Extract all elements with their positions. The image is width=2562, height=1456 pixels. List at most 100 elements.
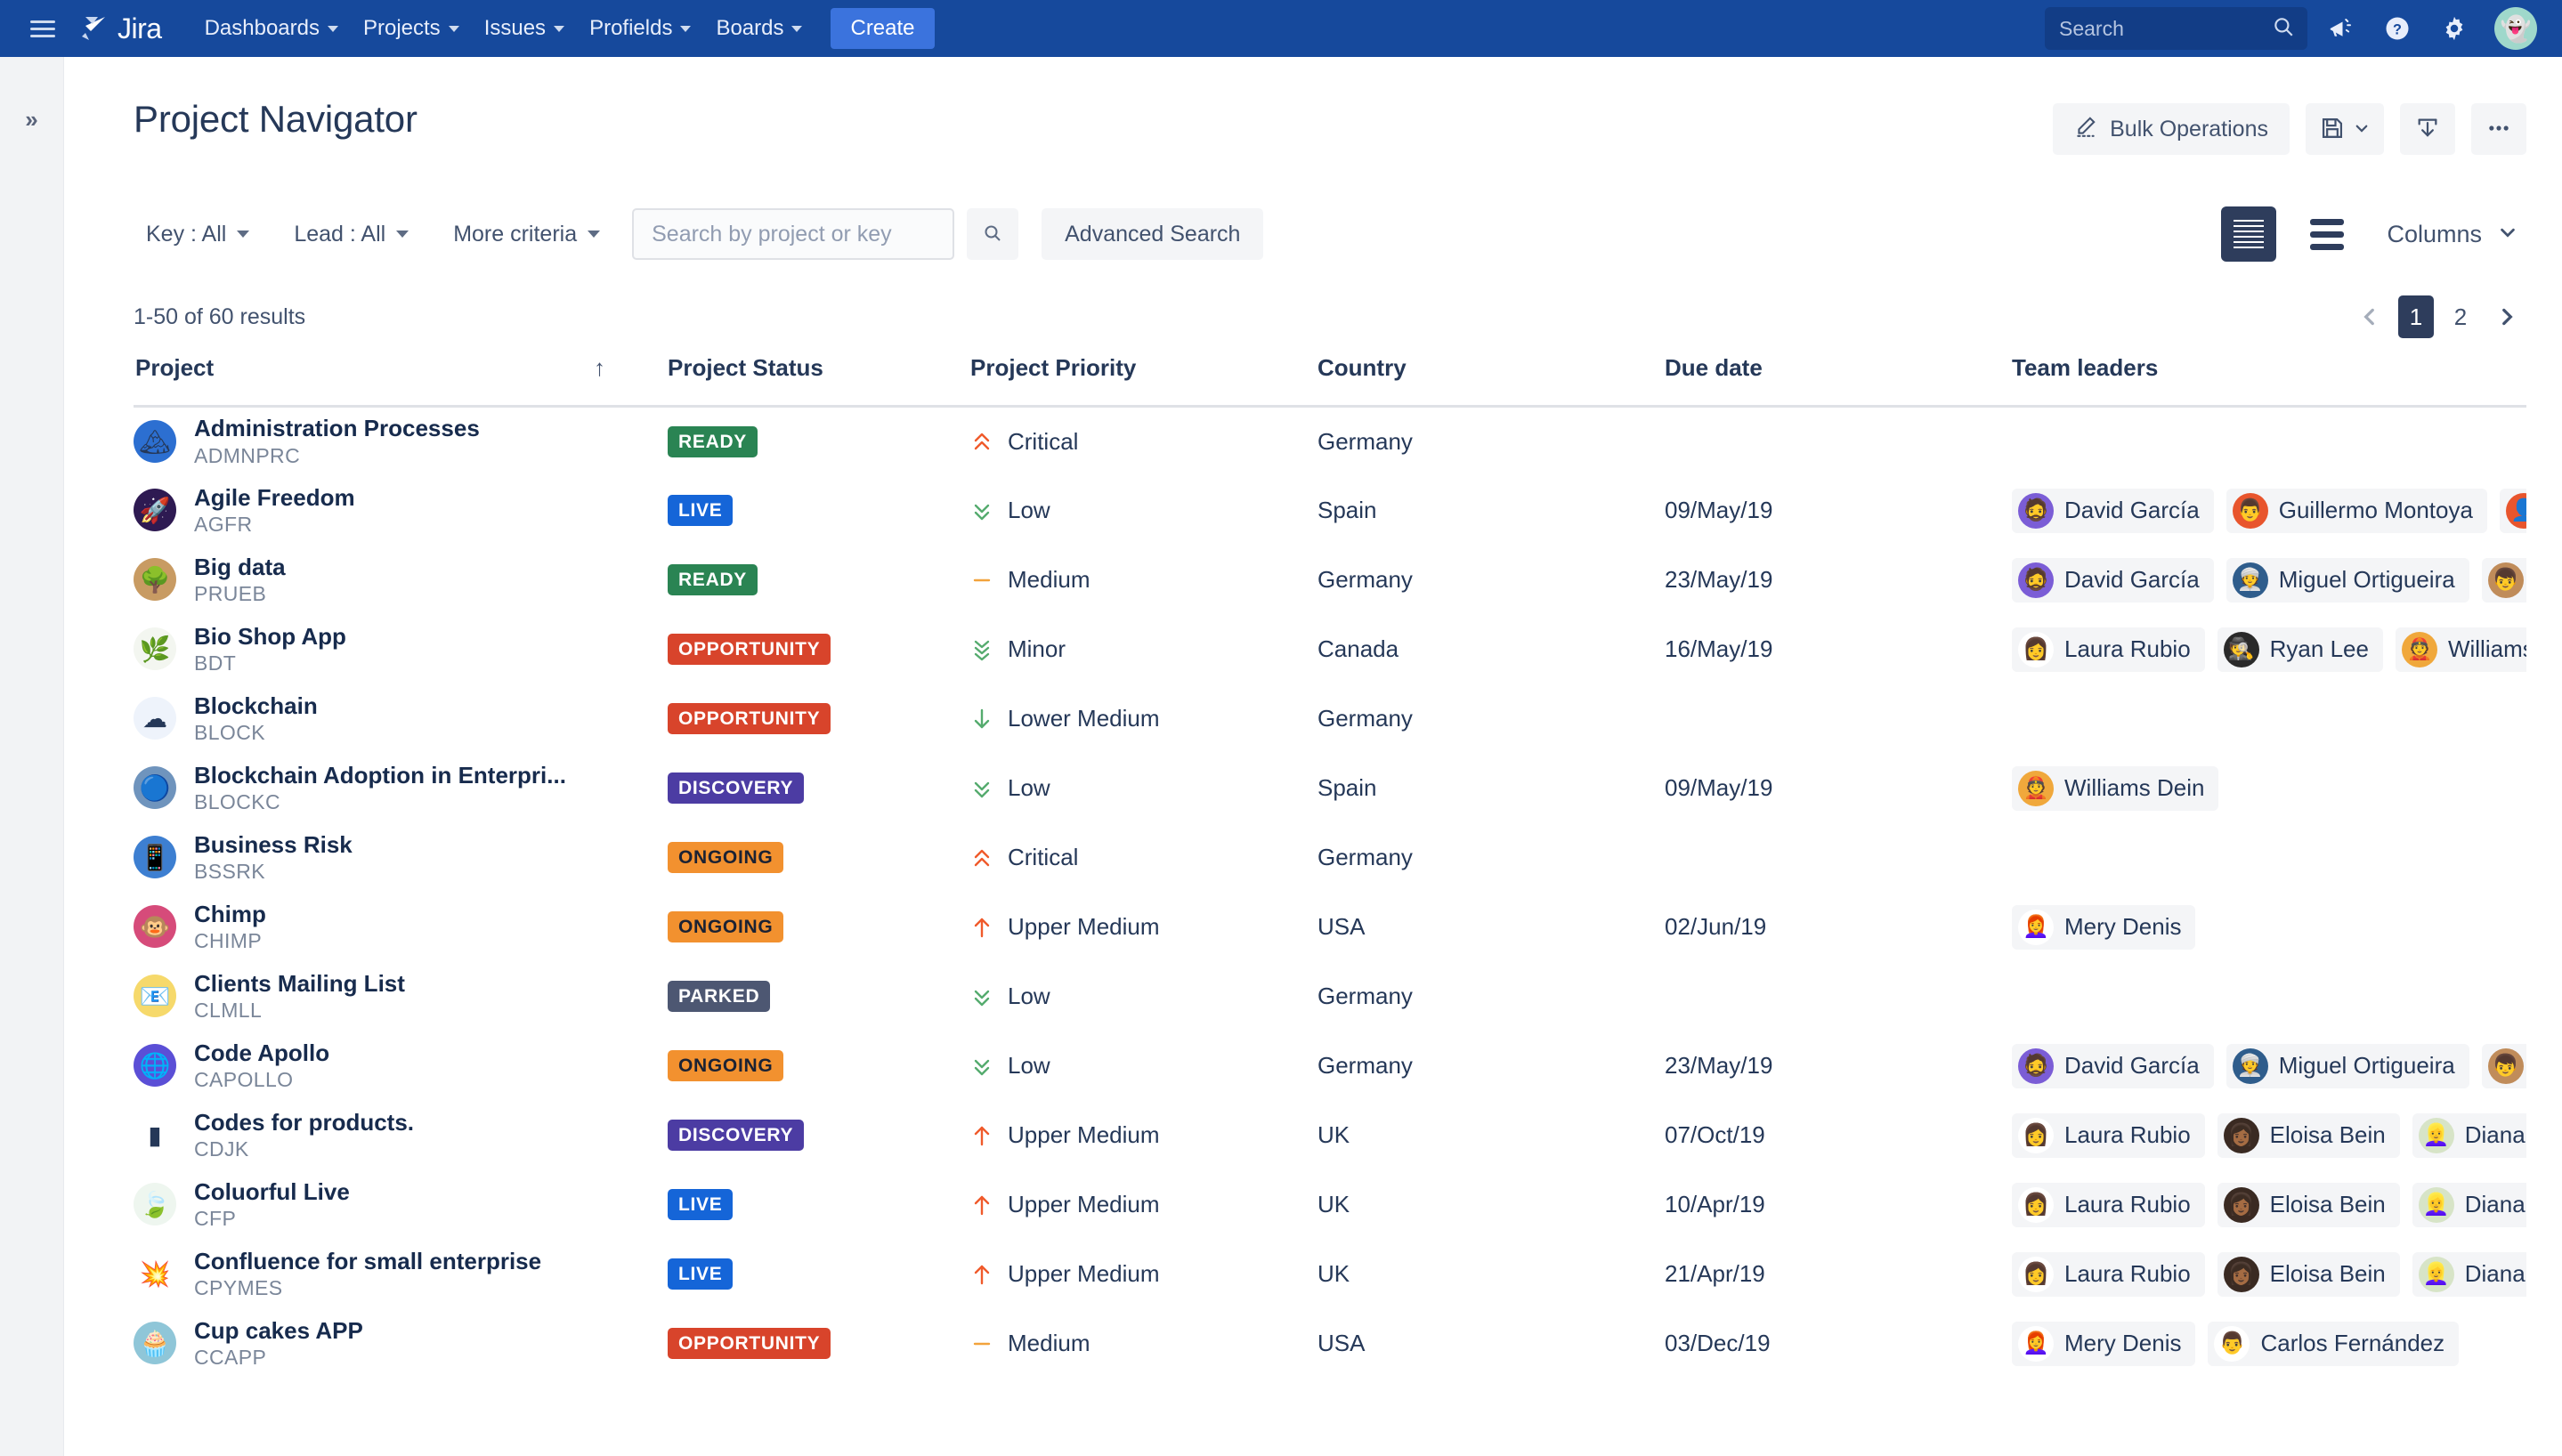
page-button-1[interactable]: 1	[2398, 295, 2434, 338]
table-row[interactable]: 🐵 Chimp CHIMP ONGOING Upper Medium USA 02/Jun/…	[134, 893, 2526, 962]
cell-project-priority: Upper Medium	[970, 1170, 1317, 1240]
team-leader-pill[interactable]: 🧔 David García	[2012, 488, 2214, 533]
hamburger-icon[interactable]	[30, 20, 55, 37]
project-name[interactable]: Clients Mailing List	[194, 970, 405, 999]
project-name[interactable]: Business Risk	[194, 831, 353, 860]
table-row[interactable]: ☁ Blockchain BLOCK OPPORTUNITY Lower Medium G…	[134, 684, 2526, 754]
team-leader-pill[interactable]: 👤	[2499, 488, 2526, 533]
team-leaders-list: 👲 Williams Dein	[2012, 765, 2526, 811]
project-name[interactable]: Chimp	[194, 901, 266, 929]
column-header-project-status[interactable]: Project Status	[668, 354, 970, 408]
project-name[interactable]: Agile Freedom	[194, 484, 355, 513]
filter-more-criteria[interactable]: More criteria	[441, 214, 612, 255]
project-name[interactable]: Administration Processes	[194, 415, 480, 443]
project-name[interactable]: Bio Shop App	[194, 623, 346, 651]
project-search-button[interactable]	[967, 208, 1019, 260]
column-header-due-date[interactable]: Due date	[1665, 354, 2012, 408]
team-leader-pill[interactable]: 👩 Laura Rubio	[2012, 1112, 2205, 1158]
project-name[interactable]: Confluence for small enterprise	[194, 1248, 541, 1276]
nav-item-issues[interactable]: Issues	[472, 9, 577, 48]
filter-key[interactable]: Key : All	[134, 214, 262, 255]
table-row[interactable]: ▮ Codes for products. CDJK DISCOVERY Upper M…	[134, 1101, 2526, 1170]
user-avatar[interactable]: 👻	[2494, 7, 2537, 50]
expand-sidebar-icon[interactable]: »	[14, 101, 50, 137]
chevron-left-icon[interactable]	[2350, 297, 2389, 336]
table-row[interactable]: 🚀 Agile Freedom AGFR LIVE Low Spain 09/May/19 🧔…	[134, 476, 2526, 546]
import-button[interactable]	[2400, 103, 2455, 155]
project-search-box[interactable]	[632, 208, 955, 260]
create-button[interactable]: Create	[831, 8, 935, 49]
team-leader-pill[interactable]: 👩‍🦰 Mery Denis	[2012, 1321, 2196, 1366]
project-name[interactable]: Cup cakes APP	[194, 1317, 363, 1346]
project-name[interactable]: Blockchain	[194, 692, 318, 721]
table-row[interactable]: 💥 Confluence for small enterprise CPYMES LI…	[134, 1240, 2526, 1309]
team-leader-pill[interactable]: 👨 Guillermo Montoya	[2226, 488, 2487, 533]
team-leader-pill[interactable]: 👩🏾 Eloisa Bein	[2217, 1182, 2400, 1227]
table-row[interactable]: 🏔 Administration Processes ADMNPRC READY Cri…	[134, 407, 2526, 476]
columns-dropdown[interactable]: Columns	[2378, 215, 2526, 254]
column-header-team-leaders[interactable]: Team leaders	[2012, 354, 2526, 408]
team-leader-pill[interactable]: 👨 Carlos Fernández	[2208, 1321, 2460, 1366]
save-filter-button[interactable]	[2306, 103, 2384, 155]
team-leader-pill[interactable]: 🧔 David García	[2012, 1043, 2214, 1088]
team-leader-pill[interactable]: 👱‍♀️ Diana	[2412, 1112, 2526, 1158]
nav-item-projects[interactable]: Projects	[351, 9, 472, 48]
table-row[interactable]: 🌐 Code Apollo CAPOLLO ONGOING Low Germany 23/M…	[134, 1031, 2526, 1101]
team-leader-pill[interactable]: 👱‍♀️ Diana	[2412, 1182, 2526, 1227]
priority-arrow-up-icon	[970, 914, 993, 941]
nav-item-profields[interactable]: Profields	[577, 9, 703, 48]
team-leader-pill[interactable]: 👳 Miguel Ortigueira	[2226, 1043, 2469, 1088]
team-leader-pill[interactable]: 👩🏾 Eloisa Bein	[2217, 1251, 2400, 1297]
team-leader-pill[interactable]: 👩‍🦰 Mery Denis	[2012, 904, 2196, 950]
project-name[interactable]: Blockchain Adoption in Enterpri...	[194, 762, 566, 790]
cell-project-priority: Low	[970, 476, 1317, 546]
more-actions-button[interactable]	[2471, 103, 2526, 155]
team-leader-pill[interactable]: 👲 Williams Dein	[2012, 765, 2219, 811]
table-row[interactable]: 🔵 Blockchain Adoption in Enterpri... BLOCK…	[134, 754, 2526, 823]
team-leader-pill[interactable]: 👱‍♀️ Diana	[2412, 1251, 2526, 1297]
project-name[interactable]: Coluorful Live	[194, 1178, 350, 1207]
team-leader-pill[interactable]: 👩🏾 Eloisa Bein	[2217, 1112, 2400, 1158]
project-name[interactable]: Big data	[194, 554, 286, 582]
column-header-project[interactable]: Project ↑	[134, 354, 668, 408]
table-row[interactable]: 📱 Business Risk BSSRK ONGOING Critical German…	[134, 823, 2526, 893]
project-name[interactable]: Codes for products.	[194, 1109, 414, 1137]
team-leader-pill[interactable]: 👲 Williams	[2395, 627, 2526, 672]
global-search-box[interactable]	[2045, 7, 2307, 50]
team-leader-pill[interactable]: 👳 Miguel Ortigueira	[2226, 557, 2469, 603]
table-row[interactable]: 📧 Clients Mailing List CLMLL PARKED Low Germa…	[134, 962, 2526, 1031]
team-leader-pill[interactable]: 👦	[2481, 1043, 2526, 1088]
settings-gear-icon[interactable]	[2430, 4, 2478, 53]
chevron-right-icon[interactable]	[2487, 297, 2526, 336]
project-search-input[interactable]	[650, 220, 937, 248]
bulk-operations-button[interactable]: Bulk Operations	[2053, 103, 2290, 155]
team-leader-pill[interactable]: 👩 Laura Rubio	[2012, 1182, 2205, 1227]
detail-view-icon[interactable]	[2221, 206, 2277, 262]
table-row[interactable]: 🌳 Big data PRUEB READY Medium Germany 23/May/1…	[134, 546, 2526, 615]
team-leader-pill[interactable]: 🕵 Ryan Lee	[2217, 627, 2383, 672]
team-leader-pill[interactable]: 👩 Laura Rubio	[2012, 1251, 2205, 1297]
team-leader-pill[interactable]: 👩 Laura Rubio	[2012, 627, 2205, 672]
page-button-2[interactable]: 2	[2443, 295, 2478, 338]
table-row[interactable]: 🌿 Bio Shop App BDT OPPORTUNITY Minor Canada 16…	[134, 615, 2526, 684]
nav-item-boards[interactable]: Boards	[703, 9, 815, 48]
nav-item-dashboards[interactable]: Dashboards	[192, 9, 351, 48]
list-view-icon[interactable]	[2299, 206, 2355, 262]
team-leader-pill[interactable]: 🧔 David García	[2012, 557, 2214, 603]
jira-logo[interactable]: Jira	[78, 12, 162, 45]
country-value: Spain	[1317, 497, 1377, 523]
cell-country: UK	[1317, 1101, 1665, 1170]
table-row[interactable]: 🧁 Cup cakes APP CCAPP OPPORTUNITY Medium USA 0…	[134, 1309, 2526, 1379]
table-row[interactable]: 🍃 Coluorful Live CFP LIVE Upper Medium UK 10/A…	[134, 1170, 2526, 1240]
megaphone-icon[interactable]	[2316, 4, 2364, 53]
filter-lead[interactable]: Lead : All	[281, 214, 421, 255]
table-row[interactable]: 📊Customer reportsCRPTOPPORTUNITYMinorCan…	[134, 1379, 2526, 1380]
team-leader-pill[interactable]: 👦	[2481, 557, 2526, 603]
advanced-search-button[interactable]: Advanced Search	[1042, 208, 1264, 260]
column-header-project-priority[interactable]: Project Priority	[970, 354, 1317, 408]
project-name[interactable]: Code Apollo	[194, 1039, 329, 1068]
column-header-country[interactable]: Country	[1317, 354, 1665, 408]
help-icon[interactable]: ?	[2373, 4, 2421, 53]
cell-project: 🔵 Blockchain Adoption in Enterpri... BLOCK…	[134, 754, 668, 823]
global-search-input[interactable]	[2057, 15, 2272, 42]
